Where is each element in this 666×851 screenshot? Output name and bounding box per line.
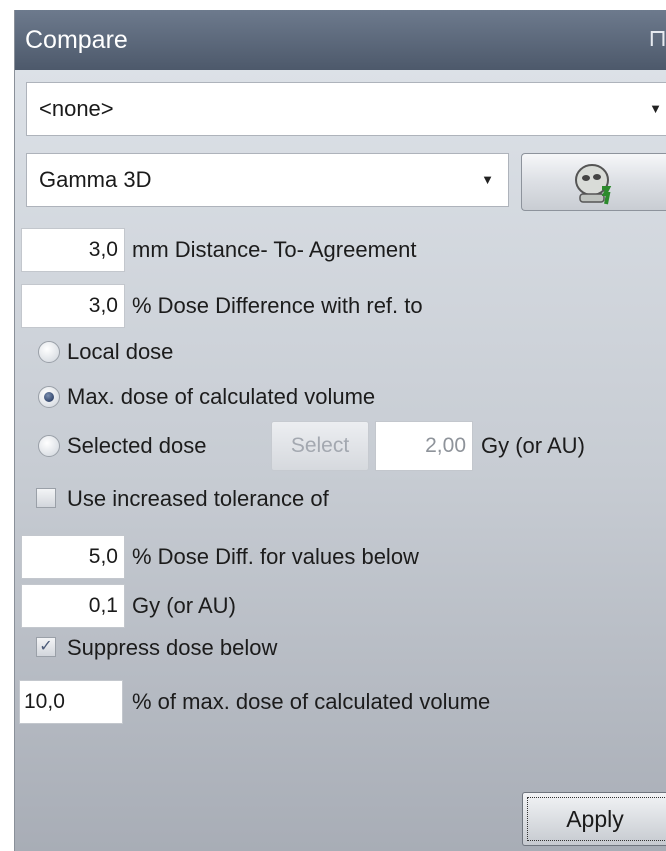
dose-diff-label: % Dose Difference with ref. to [132, 293, 423, 318]
gamma-tool-icon [575, 164, 612, 205]
pin-icon[interactable]: ⊓ [648, 26, 666, 52]
panel-titlebar: Compare ⊓ [15, 10, 666, 70]
local-dose-radio[interactable] [38, 341, 60, 363]
panel-title: Compare [25, 26, 128, 54]
tolerance-gy-label: Gy (or AU) [132, 593, 236, 618]
dose-diff-input[interactable]: 3,0 [21, 284, 125, 328]
max-dose-radio[interactable] [38, 386, 60, 408]
suppress-dose-checkbox[interactable]: ✓ [36, 637, 56, 657]
compare-panel: Compare ⊓ <none> ▼ Gamma 3D ▼ 3,0 mm Dis… [14, 10, 666, 851]
apply-button[interactable]: Apply [522, 792, 666, 846]
selected-dose-unit: Gy (or AU) [481, 433, 585, 458]
selected-dose-radio[interactable] [38, 435, 60, 457]
dta-label: mm Distance- To- Agreement [132, 237, 417, 262]
reference-dropdown[interactable]: <none> ▼ [26, 82, 666, 136]
increased-tolerance-checkbox[interactable] [36, 488, 56, 508]
gamma-tool-button[interactable] [521, 153, 666, 211]
reference-dropdown-value: <none> [39, 96, 114, 121]
selected-dose-label: Selected dose [67, 433, 207, 458]
selected-dose-input[interactable]: 2,00 [375, 421, 473, 471]
max-dose-label: Max. dose of calculated volume [67, 384, 376, 409]
method-dropdown[interactable]: Gamma 3D ▼ [26, 153, 509, 207]
chevron-down-icon[interactable]: ▼ [649, 83, 662, 135]
select-dose-button[interactable]: Select [271, 421, 369, 471]
tolerance-percent-label: % Dose Diff. for values below [132, 544, 419, 569]
local-dose-label: Local dose [67, 339, 174, 364]
dta-input[interactable]: 3,0 [21, 228, 125, 272]
suppress-dose-label: Suppress dose below [67, 635, 278, 660]
method-dropdown-value: Gamma 3D [39, 167, 152, 192]
tolerance-gy-input[interactable]: 0,1 [21, 584, 125, 628]
suppress-dose-input[interactable]: 10,0 [19, 680, 123, 724]
increased-tolerance-label: Use increased tolerance of [67, 486, 329, 511]
apply-button-label: Apply [566, 806, 624, 832]
tolerance-percent-input[interactable]: 5,0 [21, 535, 125, 579]
chevron-down-icon[interactable]: ▼ [481, 154, 494, 206]
suppress-dose-unit-label: % of max. dose of calculated volume [132, 689, 491, 714]
